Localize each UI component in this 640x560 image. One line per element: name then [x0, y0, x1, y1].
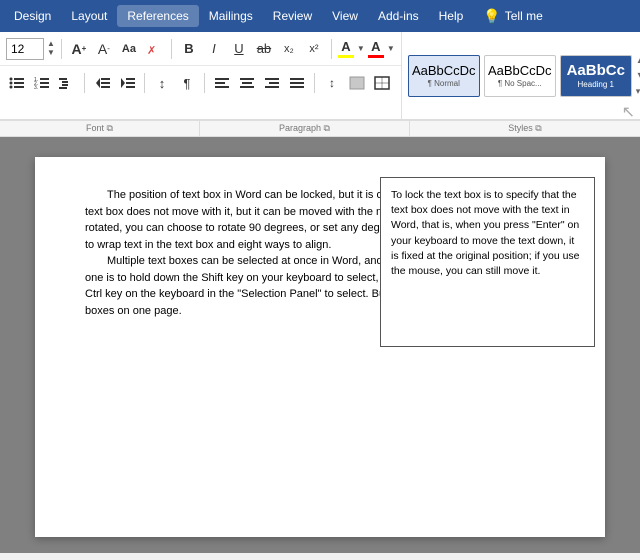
decrease-indent-button[interactable]: [91, 72, 113, 94]
style-heading1-preview: AaBbCc: [567, 63, 625, 78]
styles-more-icon[interactable]: ▾: [636, 86, 640, 97]
menu-help[interactable]: Help: [429, 5, 474, 27]
styles-panel: AaBbCcDc ¶ Normal AaBbCcDc ¶ No Spac... …: [401, 32, 640, 119]
separator4: [84, 73, 85, 93]
text-highlight-arrow[interactable]: ▼: [357, 44, 365, 53]
line-spacing-button[interactable]: ↕: [321, 72, 343, 94]
increase-indent-button[interactable]: [116, 72, 138, 94]
separator: [61, 39, 62, 59]
change-case-button[interactable]: Aa: [118, 38, 140, 60]
separator6: [204, 73, 205, 93]
underline-button[interactable]: U: [228, 38, 250, 60]
style-no-space-preview: AaBbCcDc: [488, 64, 552, 77]
font-size-down-icon[interactable]: ▼: [47, 49, 55, 57]
section-labels-bar: Font ⧉ Paragraph ⧉ Styles ⧉: [0, 120, 640, 137]
ribbon: 12 ▲ ▼ A+ A- Aa ✗ B I: [0, 32, 640, 137]
strikethrough-button[interactable]: ab: [253, 38, 275, 60]
justify-button[interactable]: [286, 72, 308, 94]
superscript-button[interactable]: x²: [303, 38, 325, 60]
separator7: [314, 73, 315, 93]
font-size-up-icon[interactable]: ▲: [47, 40, 55, 48]
styles-section-label[interactable]: Styles ⧉: [410, 121, 640, 136]
floating-textbox[interactable]: To lock the text box is to specify that …: [380, 177, 595, 347]
menu-addins[interactable]: Add-ins: [368, 5, 429, 27]
show-paragraph-button[interactable]: ¶: [176, 72, 198, 94]
increase-font-button[interactable]: A+: [68, 38, 90, 60]
bullets-button[interactable]: [6, 72, 28, 94]
separator5: [144, 73, 145, 93]
font-size-arrows[interactable]: ▲ ▼: [47, 40, 55, 57]
multilevel-list-button[interactable]: [56, 72, 78, 94]
clear-format-button[interactable]: ✗: [143, 38, 165, 60]
svg-text:3.: 3.: [34, 85, 38, 90]
font-color-arrow[interactable]: ▼: [387, 44, 395, 53]
paragraph-section-expand[interactable]: ⧉: [324, 123, 330, 133]
menu-layout[interactable]: Layout: [61, 5, 117, 27]
menu-view[interactable]: View: [322, 5, 368, 27]
font-section-expand[interactable]: ⧉: [107, 123, 113, 133]
menu-review[interactable]: Review: [263, 5, 322, 27]
font-color-button[interactable]: A: [368, 39, 384, 58]
ribbon-row1: 12 ▲ ▼ A+ A- Aa ✗ B I: [0, 32, 401, 66]
style-heading1-label: Heading 1: [578, 80, 614, 89]
decrease-font-button[interactable]: A-: [93, 38, 115, 60]
document-area: The position of text box in Word can be …: [0, 137, 640, 553]
menu-references[interactable]: References: [117, 5, 198, 27]
bold-button[interactable]: B: [178, 38, 200, 60]
styles-section-expand[interactable]: ⧉: [535, 123, 541, 133]
style-normal-label: ¶ Normal: [428, 79, 460, 88]
menu-tellme[interactable]: 💡 Tell me: [473, 4, 552, 29]
text-highlight-button[interactable]: A: [338, 39, 354, 58]
svg-text:✗: ✗: [147, 45, 156, 56]
font-section-label[interactable]: Font ⧉: [0, 121, 200, 136]
paragraph-section-label[interactable]: Paragraph ⧉: [200, 121, 410, 136]
borders-button[interactable]: [371, 72, 393, 94]
textbox-content: To lock the text box is to specify that …: [391, 189, 580, 277]
menu-mailings[interactable]: Mailings: [199, 5, 263, 27]
menu-bar: Design Layout References Mailings Review…: [0, 0, 640, 32]
font-size-input[interactable]: 12: [6, 38, 44, 60]
style-normal[interactable]: AaBbCcDc ¶ Normal: [408, 55, 480, 97]
styles-up-icon[interactable]: ▲: [636, 55, 640, 65]
style-no-space-label: ¶ No Spac...: [498, 79, 542, 88]
styles-scroll[interactable]: ▲ ▼ ▾: [636, 55, 640, 97]
separator3: [331, 39, 332, 59]
sort-button[interactable]: ↕: [151, 72, 173, 94]
separator2: [171, 39, 172, 59]
italic-button[interactable]: I: [203, 38, 225, 60]
numbering-button[interactable]: 1. 2. 3.: [31, 72, 53, 94]
align-center-button[interactable]: [236, 72, 258, 94]
align-left-button[interactable]: [211, 72, 233, 94]
shading-button[interactable]: [346, 72, 368, 94]
ribbon-row2: 1. 2. 3.: [0, 66, 401, 100]
document-page: The position of text box in Word can be …: [35, 157, 605, 537]
style-no-space[interactable]: AaBbCcDc ¶ No Spac...: [484, 55, 556, 97]
subscript-button[interactable]: x₂: [278, 38, 300, 60]
font-size-value: 12: [11, 42, 24, 56]
style-heading1[interactable]: AaBbCc Heading 1: [560, 55, 632, 97]
styles-down-icon[interactable]: ▼: [636, 70, 640, 80]
menu-design[interactable]: Design: [4, 5, 61, 27]
align-right-button[interactable]: [261, 72, 283, 94]
style-normal-preview: AaBbCcDc: [412, 64, 476, 77]
